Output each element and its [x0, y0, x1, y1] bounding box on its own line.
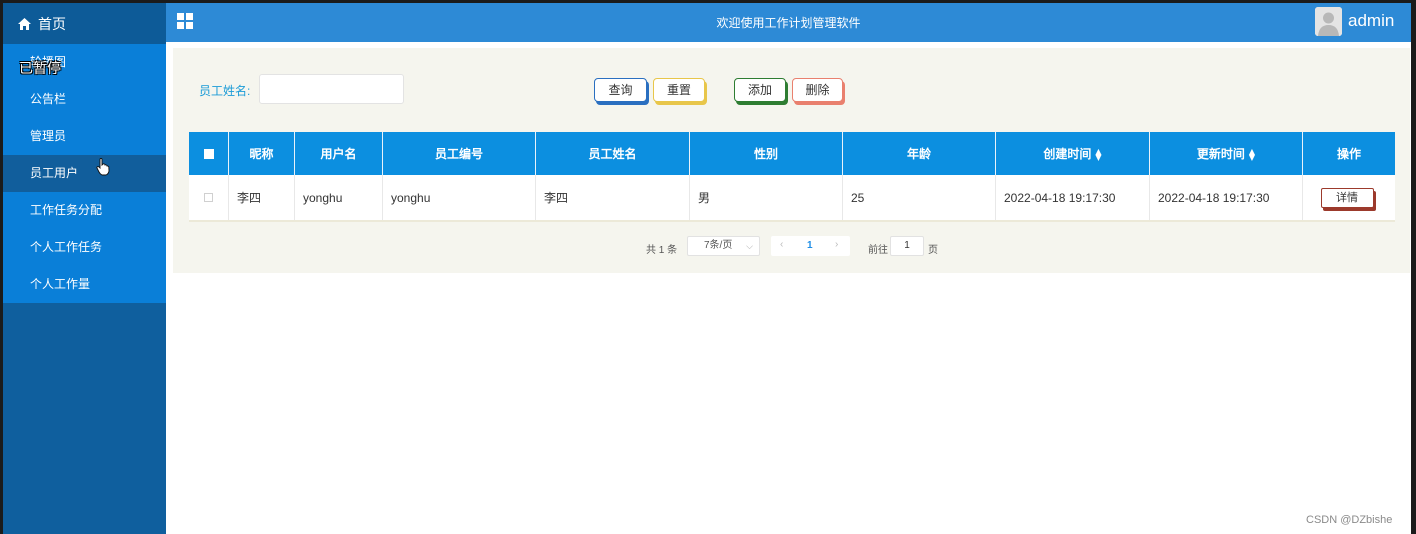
column-header-emp-name: 员工姓名 [536, 132, 690, 175]
column-header-age: 年龄 [843, 132, 996, 175]
search-label: 员工姓名: [199, 84, 251, 98]
sidebar-item-label: 个人工作任务 [30, 240, 103, 254]
page-size-value: 7条/页 [704, 240, 733, 251]
sidebar-item-label: 工作任务分配 [30, 203, 103, 217]
prev-page-icon[interactable]: ‹ [780, 239, 783, 250]
avatar[interactable] [1315, 7, 1342, 36]
pagination: 共 1 条 7条/页 ⌵ ‹ 1 › 前往 1 页 [173, 235, 1410, 259]
app-window: 首页 轮播图 公告栏 管理员 员工用户 工作任务分配 个人工作任务 个人工作量 … [0, 0, 1416, 534]
row-select-cell [189, 175, 229, 220]
select-all-header [189, 132, 229, 175]
chevron-down-icon: ⌵ [746, 241, 753, 251]
employee-name-search-input[interactable] [259, 74, 404, 104]
cell-emp-no: yonghu [383, 175, 536, 220]
goto-label: 前往 [868, 245, 888, 256]
sort-icon[interactable]: ▲ ▼ [1095, 147, 1101, 161]
column-header-created-label: 创建时间 [1043, 147, 1092, 161]
table-row: 李四 yonghu yonghu 李四 男 25 2022-04-18 19:1… [189, 175, 1395, 222]
sort-icon[interactable]: ▲ ▼ [1249, 147, 1255, 161]
top-header: 欢迎使用工作计划管理软件 admin [166, 3, 1411, 42]
cell-gender: 男 [690, 175, 843, 220]
sidebar-item-personal-workload[interactable]: 个人工作量 [3, 266, 166, 303]
watermark: CSDN @DZbishe [1306, 514, 1393, 526]
delete-button[interactable]: 删除 [792, 78, 843, 102]
reset-button[interactable]: 重置 [653, 78, 705, 102]
cell-username: yonghu [295, 175, 383, 220]
cell-updated: 2022-04-18 19:17:30 [1150, 175, 1303, 220]
page-title: 欢迎使用工作计划管理软件 [716, 16, 861, 30]
sidebar: 首页 轮播图 公告栏 管理员 员工用户 工作任务分配 个人工作任务 个人工作量 [3, 3, 166, 534]
page-number-current[interactable]: 1 [807, 240, 813, 251]
goto-suffix: 页 [928, 245, 938, 256]
paused-overlay-text: 已暂停 [19, 60, 61, 76]
detail-button[interactable]: 详情 [1320, 187, 1374, 208]
sidebar-item-task-assignment[interactable]: 工作任务分配 [3, 192, 166, 229]
table-header-row: 昵称 用户名 员工编号 员工姓名 性别 年龄 创建时间 ▲ ▼ 更新时间 ▲ ▼ 操… [189, 132, 1395, 175]
window-border-right [1411, 0, 1416, 534]
main-panel: 员工姓名: 查询 重置 添加 删除 昵称 用户名 员工编号 员工姓名 性别 年龄… [173, 48, 1410, 273]
column-header-created[interactable]: 创建时间 ▲ ▼ [996, 132, 1150, 175]
next-page-icon[interactable]: › [835, 239, 838, 250]
sidebar-menu: 轮播图 公告栏 管理员 员工用户 工作任务分配 个人工作任务 个人工作量 [3, 44, 166, 303]
column-header-nickname: 昵称 [229, 132, 295, 175]
page-nav: ‹ 1 › [771, 236, 850, 256]
sidebar-item-label: 公告栏 [30, 92, 67, 106]
sidebar-item-label: 个人工作量 [30, 277, 91, 291]
sidebar-item-label: 管理员 [30, 129, 67, 143]
employee-table: 昵称 用户名 员工编号 员工姓名 性别 年龄 创建时间 ▲ ▼ 更新时间 ▲ ▼ 操… [189, 132, 1395, 222]
sidebar-item-personal-tasks[interactable]: 个人工作任务 [3, 229, 166, 266]
cell-actions: 详情 [1303, 175, 1395, 220]
column-header-username: 用户名 [295, 132, 383, 175]
sidebar-item-notice[interactable]: 公告栏 [3, 81, 166, 118]
cell-emp-name: 李四 [536, 175, 690, 220]
select-all-checkbox[interactable] [203, 148, 214, 159]
home-icon [18, 17, 31, 30]
cell-age: 25 [843, 175, 996, 220]
sidebar-item-label: 员工用户 [30, 166, 79, 180]
cell-nickname: 李四 [229, 175, 295, 220]
column-header-emp-no: 员工编号 [383, 132, 536, 175]
hand-cursor-icon [96, 158, 110, 176]
sidebar-item-admin[interactable]: 管理员 [3, 118, 166, 155]
user-avatar-icon [1315, 7, 1342, 36]
add-button[interactable]: 添加 [734, 78, 786, 102]
row-checkbox[interactable] [204, 193, 213, 202]
column-header-actions: 操作 [1336, 147, 1361, 161]
sidebar-home-label: 首页 [38, 15, 66, 32]
sidebar-home[interactable]: 首页 [3, 3, 166, 44]
page-size-select[interactable]: 7条/页 ⌵ [687, 236, 760, 256]
query-button[interactable]: 查询 [594, 78, 647, 102]
column-header-updated-label: 更新时间 [1196, 147, 1245, 161]
pagination-total: 共 1 条 [646, 245, 678, 256]
goto-page-input[interactable]: 1 [890, 236, 924, 256]
current-user-name[interactable]: admin [1348, 11, 1394, 31]
column-header-updated[interactable]: 更新时间 ▲ ▼ [1150, 132, 1303, 175]
cell-created: 2022-04-18 19:17:30 [996, 175, 1150, 220]
sidebar-item-employee-users[interactable]: 员工用户 [3, 155, 166, 192]
column-header-gender: 性别 [690, 132, 843, 175]
